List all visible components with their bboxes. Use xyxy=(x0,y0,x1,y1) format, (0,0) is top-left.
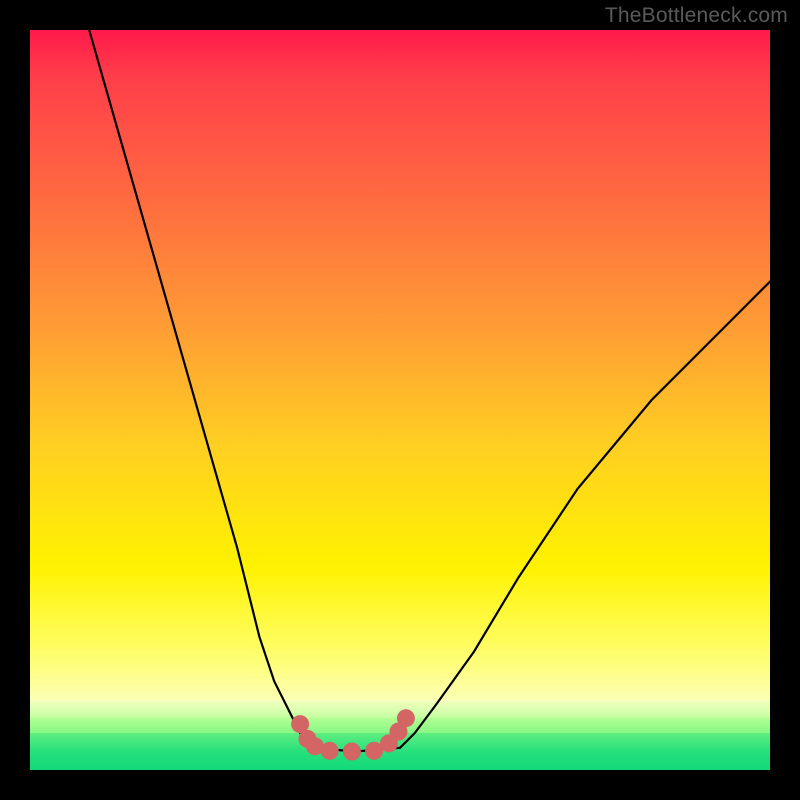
bottleneck-curve-path xyxy=(89,30,770,752)
marker-group xyxy=(291,709,415,760)
watermark-text: TheBottleneck.com xyxy=(605,4,788,28)
highlight-dot xyxy=(321,742,339,760)
chart-frame: TheBottleneck.com xyxy=(0,0,800,800)
highlight-dot xyxy=(397,709,415,727)
curve-layer xyxy=(30,30,770,770)
highlight-dot xyxy=(343,743,361,761)
plot-area xyxy=(30,30,770,770)
